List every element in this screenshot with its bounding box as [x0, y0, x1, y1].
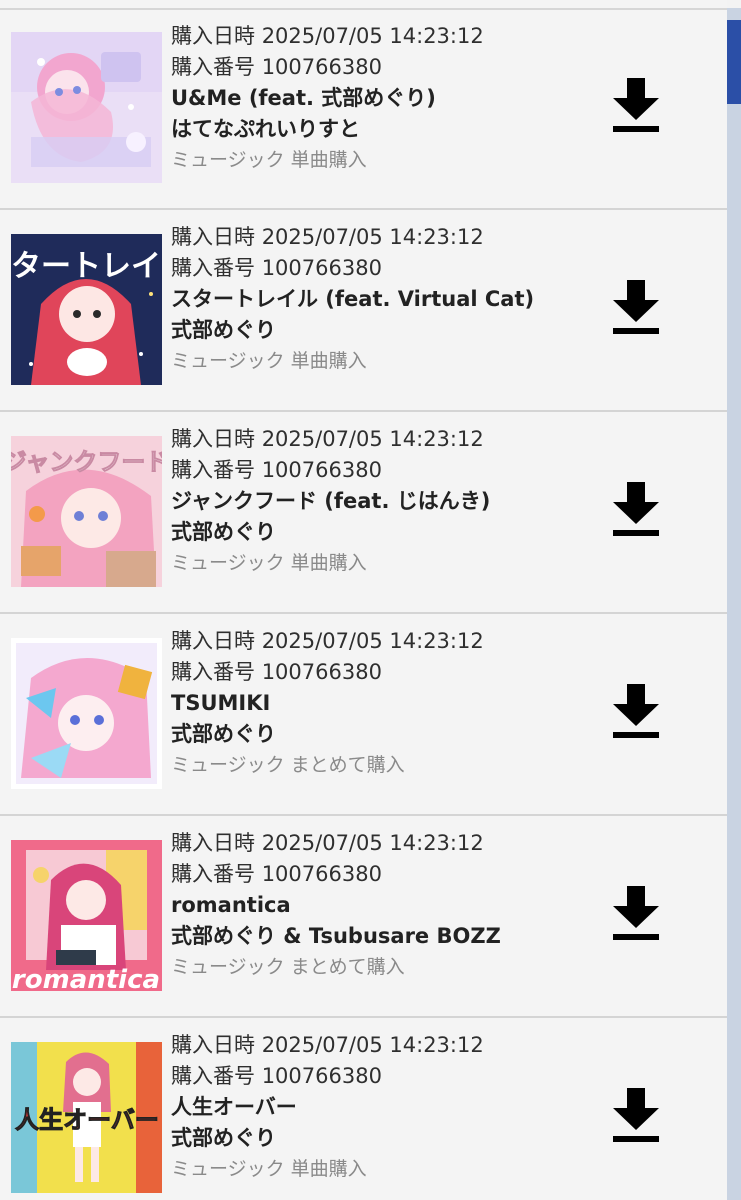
- download-icon: [613, 280, 659, 334]
- purchase-type: ミュージック 単曲購入: [171, 552, 367, 574]
- order-number: 100766380: [261, 458, 382, 482]
- purchase-date-row: 購入日時 2025/07/05 14:23:12: [171, 424, 591, 455]
- purchase-date-row: 購入日時 2025/07/05 14:23:12: [171, 222, 591, 253]
- order-number-row: 購入番号 100766380: [171, 657, 591, 688]
- order-number-row: 購入番号 100766380: [171, 1061, 591, 1092]
- download-icon: [613, 684, 659, 738]
- vertical-scrollbar[interactable]: [727, 0, 741, 1200]
- purchase-date: 2025/07/05 14:23:12: [261, 24, 484, 48]
- order-number: 100766380: [261, 256, 382, 280]
- download-icon: [613, 78, 659, 132]
- artist-name: 式部めぐり: [171, 318, 276, 342]
- download-button[interactable]: [611, 682, 661, 740]
- album-cover-tsumiki[interactable]: [11, 638, 162, 789]
- cover-title-text: スタートレイル: [11, 249, 162, 284]
- order-number: 100766380: [261, 862, 382, 886]
- track-title: U&Me (feat. 式部めぐり): [171, 86, 436, 110]
- download-button[interactable]: [611, 480, 661, 538]
- purchase-item: 人生オーバー 購入日時 2025/07/05 14:23:12 購入番号 100…: [0, 1018, 727, 1200]
- purchase-date: 2025/07/05 14:23:12: [261, 225, 484, 249]
- purchase-item: 購入日時 2025/07/05 14:23:12 購入番号 100766380 …: [0, 614, 727, 816]
- cover-title-text: romantica: [12, 965, 160, 991]
- purchase-date-label: 購入日時: [171, 831, 255, 855]
- order-number: 100766380: [261, 1064, 382, 1088]
- purchase-date: 2025/07/05 14:23:12: [261, 629, 484, 653]
- scrollbar-cap: [727, 0, 741, 8]
- album-cover-startrail[interactable]: スタートレイル: [11, 234, 162, 385]
- download-button[interactable]: [611, 1086, 661, 1144]
- purchase-date: 2025/07/05 14:23:12: [261, 831, 484, 855]
- purchase-date: 2025/07/05 14:23:12: [261, 427, 484, 451]
- purchase-item: romantica 購入日時 2025/07/05 14:23:12 購入番号 …: [0, 816, 727, 1018]
- download-icon: [613, 1088, 659, 1142]
- download-button[interactable]: [611, 278, 661, 336]
- purchase-date-label: 購入日時: [171, 225, 255, 249]
- order-number-label: 購入番号: [171, 862, 255, 886]
- artist-name: 式部めぐり: [171, 1126, 276, 1150]
- artist-name: はてなぷれいりすと: [171, 117, 360, 141]
- album-cover-jinsei[interactable]: 人生オーバー: [11, 1042, 162, 1193]
- purchase-date-row: 購入日時 2025/07/05 14:23:12: [171, 21, 591, 52]
- download-icon: [613, 886, 659, 940]
- download-button[interactable]: [611, 884, 661, 942]
- scrollbar-thumb[interactable]: [727, 20, 741, 104]
- album-cover-ume[interactable]: [11, 32, 162, 183]
- purchase-date-row: 購入日時 2025/07/05 14:23:12: [171, 828, 591, 859]
- order-number-row: 購入番号 100766380: [171, 52, 591, 83]
- track-title: ジャンクフード (feat. じはんき): [171, 489, 491, 513]
- purchase-date-label: 購入日時: [171, 629, 255, 653]
- purchase-date-label: 購入日時: [171, 24, 255, 48]
- order-number: 100766380: [261, 660, 382, 684]
- purchase-history-list: 購入日時 2025/07/05 14:23:12 購入番号 100766380 …: [0, 0, 727, 1200]
- artist-name: 式部めぐり & Tsubusare BOZZ: [171, 924, 501, 948]
- purchase-type: ミュージック 単曲購入: [171, 149, 367, 171]
- download-button[interactable]: [611, 76, 661, 134]
- purchase-type: ミュージック 単曲購入: [171, 1158, 367, 1180]
- track-title: romantica: [171, 893, 291, 917]
- cover-title-text: ジャンクフード: [11, 448, 162, 476]
- order-number: 100766380: [261, 55, 382, 79]
- purchase-date-label: 購入日時: [171, 427, 255, 451]
- purchase-date-row: 購入日時 2025/07/05 14:23:12: [171, 1030, 591, 1061]
- track-title: 人生オーバー: [171, 1095, 297, 1119]
- artist-name: 式部めぐり: [171, 520, 276, 544]
- order-number-row: 購入番号 100766380: [171, 859, 591, 890]
- purchase-date-label: 購入日時: [171, 1033, 255, 1057]
- track-title: スタートレイル (feat. Virtual Cat): [171, 287, 535, 311]
- album-cover-junkfood[interactable]: ジャンクフード: [11, 436, 162, 587]
- purchase-type: ミュージック まとめて購入: [171, 754, 405, 776]
- purchase-date: 2025/07/05 14:23:12: [261, 1033, 484, 1057]
- purchase-date-row: 購入日時 2025/07/05 14:23:12: [171, 626, 591, 657]
- purchase-item: 購入日時 2025/07/05 14:23:12 購入番号 100766380 …: [0, 10, 727, 210]
- order-number-label: 購入番号: [171, 1064, 255, 1088]
- order-number-row: 購入番号 100766380: [171, 253, 591, 284]
- order-number-row: 購入番号 100766380: [171, 455, 591, 486]
- album-cover-romantica[interactable]: romantica: [11, 840, 162, 991]
- order-number-label: 購入番号: [171, 660, 255, 684]
- purchase-item: スタートレイル 購入日時 2025/07/05 14:23:12 購入番号 10…: [0, 210, 727, 412]
- order-number-label: 購入番号: [171, 55, 255, 79]
- order-number-label: 購入番号: [171, 256, 255, 280]
- cover-title-text: 人生オーバー: [15, 1106, 159, 1134]
- download-icon: [613, 482, 659, 536]
- purchase-item: ジャンクフード 購入日時 2025/07/05 14:23:12 購入番号 10…: [0, 412, 727, 614]
- purchase-type: ミュージック 単曲購入: [171, 350, 367, 372]
- purchase-type: ミュージック まとめて購入: [171, 956, 405, 978]
- order-number-label: 購入番号: [171, 458, 255, 482]
- artist-name: 式部めぐり: [171, 722, 276, 746]
- track-title: TSUMIKI: [171, 691, 271, 715]
